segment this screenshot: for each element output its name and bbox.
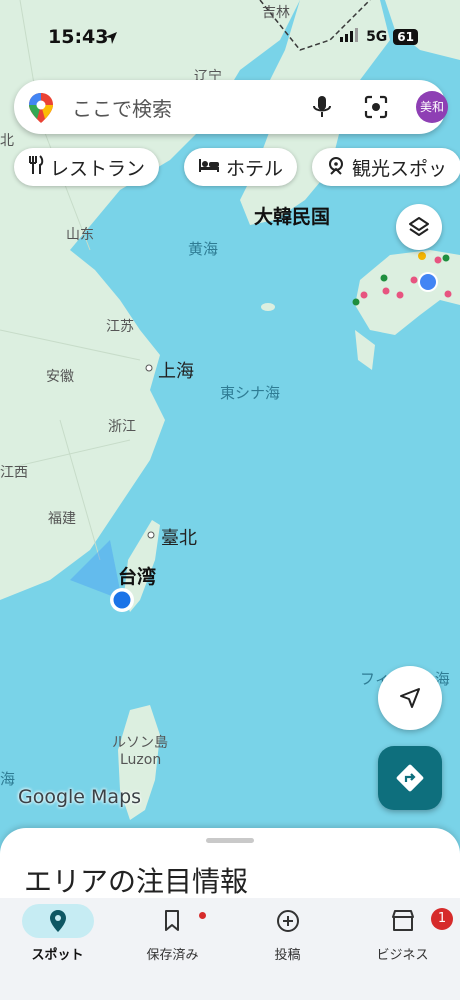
chip-attraction[interactable]: 観光スポッ <box>312 148 460 186</box>
search-input[interactable]: ここで検索 <box>72 93 172 122</box>
map-label-east-china-sea: 東シナ海 <box>220 384 281 402</box>
tab-spot[interactable]: スポット <box>0 898 115 978</box>
map-label-jilin: 吉林 <box>262 5 290 21</box>
location-pin-icon <box>49 910 67 937</box>
tab-saved-label: 保存済み <box>146 948 199 963</box>
navigation-arrow-icon <box>398 686 422 714</box>
store-icon <box>390 910 416 937</box>
chip-hotel[interactable]: ホテル <box>184 148 298 186</box>
my-location-button[interactable] <box>378 666 442 730</box>
map-label-taipei: 臺北 <box>161 528 197 549</box>
bottom-sheet[interactable]: エリアの注目情報 <box>0 828 460 908</box>
notification-dot <box>199 912 206 919</box>
battery-icon: 61 <box>393 29 418 45</box>
map-label-korea: 大韓民国 <box>254 206 331 228</box>
sheet-title: エリアの注目情報 <box>24 865 249 898</box>
avatar[interactable]: 美和 <box>416 91 448 123</box>
chip-hotel-label: ホテル <box>226 157 284 180</box>
map-label-luzon: Luzon <box>120 752 162 768</box>
network-label: 5G <box>366 29 388 45</box>
map-label-jiangxi: 江西 <box>0 465 28 481</box>
location-arrow-icon <box>104 30 118 49</box>
google-maps-logo: Google Maps <box>18 786 142 808</box>
directions-button[interactable] <box>378 746 442 810</box>
hotel-icon <box>198 156 220 178</box>
map-label-yellow-sea: 黄海 <box>188 240 219 258</box>
tab-post-icon-wrap <box>252 904 324 938</box>
tab-business-label: ビジネス <box>376 948 429 963</box>
signal-icon <box>340 28 360 46</box>
chip-restaurant[interactable]: レストラン <box>14 148 160 186</box>
bottom-tab-bar: スポット 保存済み 投稿 1 ビジネス <box>0 898 460 1000</box>
chip-restaurant-label: レストラン <box>50 157 146 180</box>
map-label-south-sea: 海 <box>0 770 16 788</box>
status-bar: 15:43 5G 61 <box>0 24 460 54</box>
layers-button[interactable] <box>396 204 442 250</box>
status-time: 15:43 <box>48 26 109 48</box>
map-label-taiwan: 台湾 <box>118 566 157 588</box>
attraction-icon <box>326 155 346 180</box>
restaurant-icon <box>28 154 44 180</box>
tab-post[interactable]: 投稿 <box>230 898 345 978</box>
tab-saved-icon-wrap <box>137 904 209 938</box>
map-label-shanghai: 上海 <box>158 361 194 382</box>
directions-icon <box>396 764 424 796</box>
map-label-zhejiang: 浙江 <box>108 419 136 435</box>
tab-business-icon-wrap: 1 <box>367 904 453 938</box>
chip-attraction-label: 観光スポッ <box>352 157 448 180</box>
bookmark-icon <box>164 910 182 937</box>
map-label-shandong: 山东 <box>66 227 94 243</box>
mic-icon[interactable] <box>310 94 334 124</box>
layers-icon <box>407 215 431 243</box>
add-circle-icon <box>276 910 300 937</box>
map-label-edge: 北 <box>0 133 14 149</box>
map-label-luzon-jp: ルソン島 <box>112 735 168 751</box>
tab-business[interactable]: 1 ビジネス <box>345 898 460 978</box>
tab-spot-icon-wrap <box>22 904 94 938</box>
business-badge: 1 <box>431 908 453 930</box>
maps-pin-icon <box>28 92 54 128</box>
lens-icon[interactable] <box>363 94 389 124</box>
tab-post-label: 投稿 <box>274 948 301 963</box>
sheet-handle[interactable] <box>206 838 254 843</box>
map-label-fujian: 福建 <box>48 511 76 527</box>
status-right: 5G 61 <box>340 28 418 46</box>
map-label-jiangsu: 江苏 <box>106 319 134 335</box>
map-label-anhui: 安徽 <box>46 369 74 385</box>
tab-saved[interactable]: 保存済み <box>115 898 230 978</box>
search-bar[interactable]: ここで検索 美和 <box>14 80 448 134</box>
tab-spot-label: スポット <box>31 948 84 963</box>
